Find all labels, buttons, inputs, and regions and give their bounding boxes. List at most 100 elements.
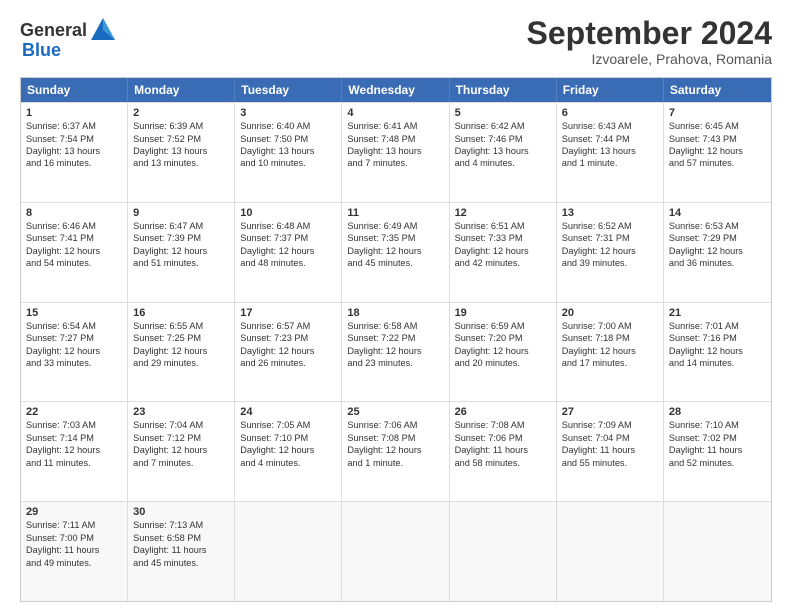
- day-info: Sunrise: 6:57 AM Sunset: 7:23 PM Dayligh…: [240, 320, 336, 370]
- day-cell-25: 25Sunrise: 7:06 AM Sunset: 7:08 PM Dayli…: [342, 402, 449, 501]
- day-cell-6: 6Sunrise: 6:43 AM Sunset: 7:44 PM Daylig…: [557, 103, 664, 202]
- day-cell-21: 21Sunrise: 7:01 AM Sunset: 7:16 PM Dayli…: [664, 303, 771, 402]
- day-number: 28: [669, 406, 766, 418]
- day-number: 4: [347, 107, 443, 119]
- day-info: Sunrise: 6:59 AM Sunset: 7:20 PM Dayligh…: [455, 320, 551, 370]
- day-info: Sunrise: 7:13 AM Sunset: 6:58 PM Dayligh…: [133, 519, 229, 569]
- day-number: 15: [26, 307, 122, 319]
- day-cell-7: 7Sunrise: 6:45 AM Sunset: 7:43 PM Daylig…: [664, 103, 771, 202]
- day-number: 22: [26, 406, 122, 418]
- day-info: Sunrise: 6:40 AM Sunset: 7:50 PM Dayligh…: [240, 120, 336, 170]
- day-info: Sunrise: 6:58 AM Sunset: 7:22 PM Dayligh…: [347, 320, 443, 370]
- header-cell-friday: Friday: [557, 78, 664, 102]
- day-info: Sunrise: 6:53 AM Sunset: 7:29 PM Dayligh…: [669, 220, 766, 270]
- empty-cell-4-4: [450, 502, 557, 601]
- day-number: 12: [455, 207, 551, 219]
- empty-cell-4-6: [664, 502, 771, 601]
- day-info: Sunrise: 7:05 AM Sunset: 7:10 PM Dayligh…: [240, 419, 336, 469]
- day-cell-15: 15Sunrise: 6:54 AM Sunset: 7:27 PM Dayli…: [21, 303, 128, 402]
- header-cell-sunday: Sunday: [21, 78, 128, 102]
- day-info: Sunrise: 7:11 AM Sunset: 7:00 PM Dayligh…: [26, 519, 122, 569]
- day-number: 6: [562, 107, 658, 119]
- day-number: 26: [455, 406, 551, 418]
- day-cell-16: 16Sunrise: 6:55 AM Sunset: 7:25 PM Dayli…: [128, 303, 235, 402]
- day-cell-12: 12Sunrise: 6:51 AM Sunset: 7:33 PM Dayli…: [450, 203, 557, 302]
- day-cell-20: 20Sunrise: 7:00 AM Sunset: 7:18 PM Dayli…: [557, 303, 664, 402]
- day-number: 5: [455, 107, 551, 119]
- day-info: Sunrise: 6:43 AM Sunset: 7:44 PM Dayligh…: [562, 120, 658, 170]
- header-cell-thursday: Thursday: [450, 78, 557, 102]
- day-cell-29: 29Sunrise: 7:11 AM Sunset: 7:00 PM Dayli…: [21, 502, 128, 601]
- calendar-week-3: 15Sunrise: 6:54 AM Sunset: 7:27 PM Dayli…: [21, 302, 771, 402]
- day-info: Sunrise: 7:09 AM Sunset: 7:04 PM Dayligh…: [562, 419, 658, 469]
- day-number: 23: [133, 406, 229, 418]
- day-cell-2: 2Sunrise: 6:39 AM Sunset: 7:52 PM Daylig…: [128, 103, 235, 202]
- day-info: Sunrise: 7:00 AM Sunset: 7:18 PM Dayligh…: [562, 320, 658, 370]
- day-number: 17: [240, 307, 336, 319]
- day-number: 2: [133, 107, 229, 119]
- logo-general: General: [20, 20, 87, 41]
- day-number: 18: [347, 307, 443, 319]
- day-info: Sunrise: 7:08 AM Sunset: 7:06 PM Dayligh…: [455, 419, 551, 469]
- day-cell-5: 5Sunrise: 6:42 AM Sunset: 7:46 PM Daylig…: [450, 103, 557, 202]
- day-cell-26: 26Sunrise: 7:08 AM Sunset: 7:06 PM Dayli…: [450, 402, 557, 501]
- day-info: Sunrise: 7:06 AM Sunset: 7:08 PM Dayligh…: [347, 419, 443, 469]
- day-number: 30: [133, 506, 229, 518]
- day-info: Sunrise: 7:10 AM Sunset: 7:02 PM Dayligh…: [669, 419, 766, 469]
- day-cell-19: 19Sunrise: 6:59 AM Sunset: 7:20 PM Dayli…: [450, 303, 557, 402]
- day-cell-30: 30Sunrise: 7:13 AM Sunset: 6:58 PM Dayli…: [128, 502, 235, 601]
- day-number: 10: [240, 207, 336, 219]
- title-section: September 2024 Izvoarele, Prahova, Roman…: [527, 16, 772, 67]
- header-cell-saturday: Saturday: [664, 78, 771, 102]
- calendar-week-5: 29Sunrise: 7:11 AM Sunset: 7:00 PM Dayli…: [21, 501, 771, 601]
- day-cell-23: 23Sunrise: 7:04 AM Sunset: 7:12 PM Dayli…: [128, 402, 235, 501]
- day-info: Sunrise: 6:41 AM Sunset: 7:48 PM Dayligh…: [347, 120, 443, 170]
- day-number: 1: [26, 107, 122, 119]
- page-header: General Blue September 2024 Izvoarele, P…: [20, 16, 772, 67]
- empty-cell-4-5: [557, 502, 664, 601]
- calendar-body: 1Sunrise: 6:37 AM Sunset: 7:54 PM Daylig…: [21, 102, 771, 601]
- day-cell-10: 10Sunrise: 6:48 AM Sunset: 7:37 PM Dayli…: [235, 203, 342, 302]
- day-info: Sunrise: 6:39 AM Sunset: 7:52 PM Dayligh…: [133, 120, 229, 170]
- header-cell-wednesday: Wednesday: [342, 78, 449, 102]
- day-number: 24: [240, 406, 336, 418]
- day-info: Sunrise: 6:46 AM Sunset: 7:41 PM Dayligh…: [26, 220, 122, 270]
- calendar: SundayMondayTuesdayWednesdayThursdayFrid…: [20, 77, 772, 602]
- day-cell-24: 24Sunrise: 7:05 AM Sunset: 7:10 PM Dayli…: [235, 402, 342, 501]
- day-cell-13: 13Sunrise: 6:52 AM Sunset: 7:31 PM Dayli…: [557, 203, 664, 302]
- day-cell-27: 27Sunrise: 7:09 AM Sunset: 7:04 PM Dayli…: [557, 402, 664, 501]
- logo-icon: [89, 16, 117, 44]
- day-cell-11: 11Sunrise: 6:49 AM Sunset: 7:35 PM Dayli…: [342, 203, 449, 302]
- day-number: 21: [669, 307, 766, 319]
- day-number: 7: [669, 107, 766, 119]
- calendar-week-2: 8Sunrise: 6:46 AM Sunset: 7:41 PM Daylig…: [21, 202, 771, 302]
- location-subtitle: Izvoarele, Prahova, Romania: [527, 51, 772, 67]
- header-cell-monday: Monday: [128, 78, 235, 102]
- day-info: Sunrise: 6:42 AM Sunset: 7:46 PM Dayligh…: [455, 120, 551, 170]
- empty-cell-4-3: [342, 502, 449, 601]
- day-cell-3: 3Sunrise: 6:40 AM Sunset: 7:50 PM Daylig…: [235, 103, 342, 202]
- day-number: 16: [133, 307, 229, 319]
- day-number: 20: [562, 307, 658, 319]
- calendar-header: SundayMondayTuesdayWednesdayThursdayFrid…: [21, 78, 771, 102]
- day-info: Sunrise: 6:37 AM Sunset: 7:54 PM Dayligh…: [26, 120, 122, 170]
- day-number: 3: [240, 107, 336, 119]
- day-cell-1: 1Sunrise: 6:37 AM Sunset: 7:54 PM Daylig…: [21, 103, 128, 202]
- day-info: Sunrise: 6:49 AM Sunset: 7:35 PM Dayligh…: [347, 220, 443, 270]
- day-number: 13: [562, 207, 658, 219]
- day-cell-28: 28Sunrise: 7:10 AM Sunset: 7:02 PM Dayli…: [664, 402, 771, 501]
- logo: General Blue: [20, 16, 117, 61]
- day-info: Sunrise: 6:54 AM Sunset: 7:27 PM Dayligh…: [26, 320, 122, 370]
- day-info: Sunrise: 6:52 AM Sunset: 7:31 PM Dayligh…: [562, 220, 658, 270]
- header-cell-tuesday: Tuesday: [235, 78, 342, 102]
- day-cell-22: 22Sunrise: 7:03 AM Sunset: 7:14 PM Dayli…: [21, 402, 128, 501]
- day-info: Sunrise: 6:45 AM Sunset: 7:43 PM Dayligh…: [669, 120, 766, 170]
- calendar-week-4: 22Sunrise: 7:03 AM Sunset: 7:14 PM Dayli…: [21, 401, 771, 501]
- day-cell-14: 14Sunrise: 6:53 AM Sunset: 7:29 PM Dayli…: [664, 203, 771, 302]
- day-number: 8: [26, 207, 122, 219]
- day-cell-9: 9Sunrise: 6:47 AM Sunset: 7:39 PM Daylig…: [128, 203, 235, 302]
- day-number: 14: [669, 207, 766, 219]
- empty-cell-4-2: [235, 502, 342, 601]
- day-number: 11: [347, 207, 443, 219]
- month-title: September 2024: [527, 16, 772, 51]
